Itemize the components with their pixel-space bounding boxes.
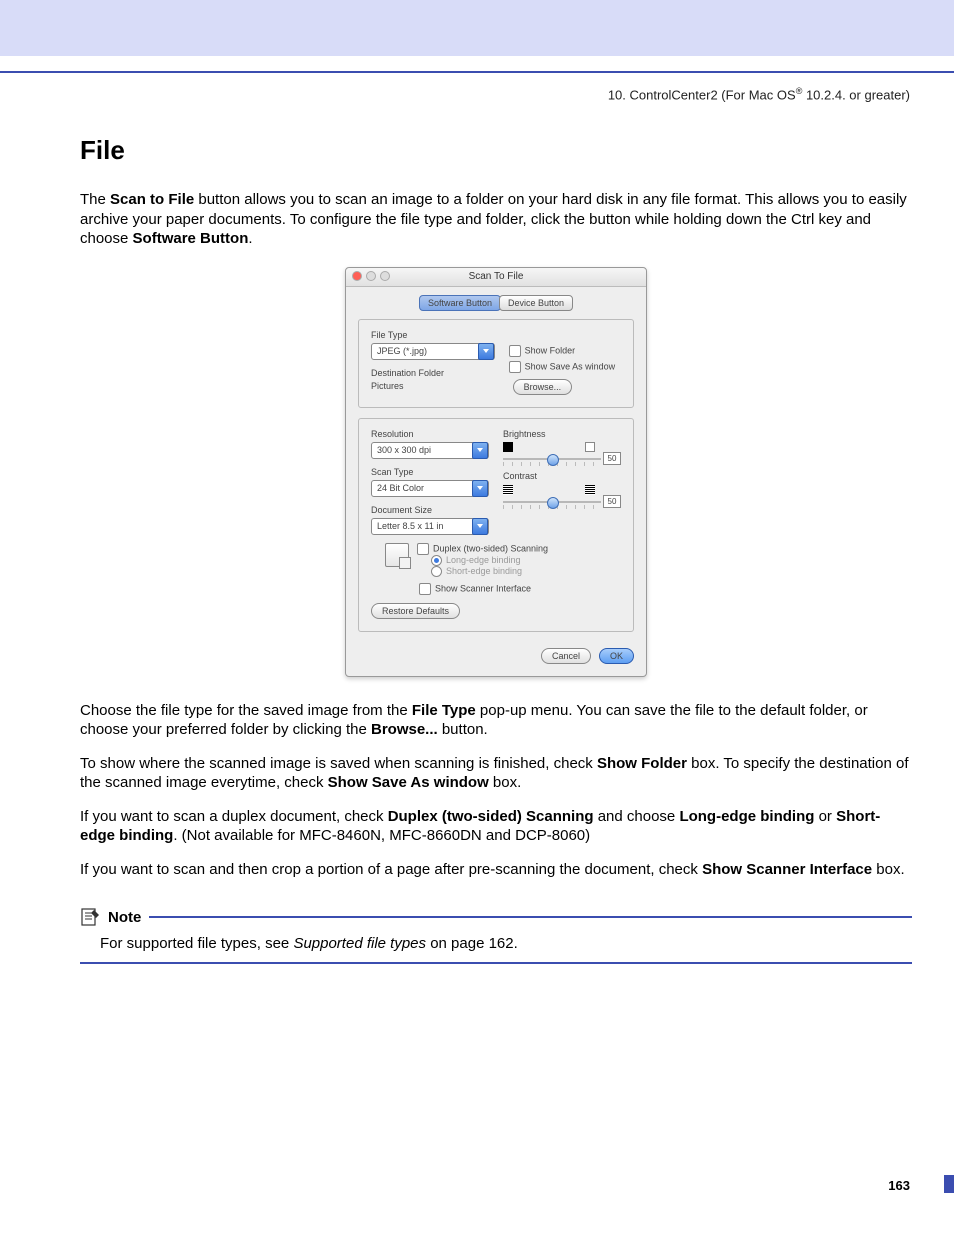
paragraph-file-type: Choose the file type for the saved image… — [80, 701, 912, 740]
ok-button[interactable]: OK — [599, 648, 634, 664]
label-scan-type: Scan Type — [371, 467, 489, 477]
destination-folder-value: Pictures — [371, 381, 495, 391]
brightness-slider[interactable]: 50 — [503, 455, 621, 463]
top-rule — [0, 71, 954, 73]
chevron-down-icon — [472, 518, 488, 535]
label-show-scanner: Show Scanner Interface — [435, 583, 531, 593]
minimize-icon[interactable] — [366, 271, 376, 281]
top-color-band — [0, 0, 954, 56]
tab-device-button[interactable]: Device Button — [499, 295, 573, 311]
browse-button[interactable]: Browse... — [513, 379, 573, 395]
brightness-value: 50 — [603, 452, 621, 465]
chevron-down-icon — [472, 442, 488, 459]
contrast-slider[interactable]: 50 — [503, 498, 621, 506]
contrast-value: 50 — [603, 495, 621, 508]
duplex-icon — [385, 543, 409, 567]
close-icon[interactable] — [352, 271, 362, 281]
intro-e: . — [248, 230, 252, 247]
chevron-down-icon — [472, 480, 488, 497]
page-number: 163 — [888, 1178, 910, 1193]
label-duplex: Duplex (two-sided) Scanning — [433, 543, 548, 553]
scan-to-file-dialog: Scan To File Software ButtonDevice Butto… — [345, 267, 647, 677]
resolution-value: 300 x 300 dpi — [377, 445, 431, 455]
document-size-value: Letter 8.5 x 11 in — [377, 521, 443, 531]
checkbox-show-folder[interactable] — [509, 345, 521, 357]
scan-type-select[interactable]: 24 Bit Color — [371, 480, 489, 497]
paragraph-duplex: If you want to scan a duplex document, c… — [80, 807, 912, 846]
header-suffix: 10.2.4. or greater) — [802, 87, 910, 102]
note-link: Supported file types — [293, 935, 426, 952]
checkbox-show-scanner[interactable] — [419, 583, 431, 595]
page-tab-marker — [944, 1175, 954, 1193]
dialog-title: Scan To File — [469, 271, 524, 282]
document-size-select[interactable]: Letter 8.5 x 11 in — [371, 518, 489, 535]
intro-a: The — [80, 191, 110, 208]
cancel-button[interactable]: Cancel — [541, 648, 591, 664]
file-type-select[interactable]: JPEG (*.jpg) — [371, 343, 495, 360]
resolution-select[interactable]: 300 x 300 dpi — [371, 442, 489, 459]
page-title: File — [80, 135, 912, 166]
intro-b: Scan to File — [110, 191, 194, 208]
contrast-high-icon — [585, 485, 595, 495]
checkbox-duplex[interactable] — [417, 543, 429, 555]
note-block: Note For supported file types, see Suppo… — [80, 907, 912, 964]
checkbox-show-save-as[interactable] — [509, 361, 521, 373]
running-header: 10. ControlCenter2 (For Mac OS® 10.2.4. … — [0, 86, 954, 102]
label-resolution: Resolution — [371, 429, 489, 439]
intro-paragraph: The Scan to File button allows you to sc… — [80, 190, 912, 249]
chevron-down-icon — [478, 343, 494, 360]
label-long-edge: Long-edge binding — [446, 555, 521, 565]
scan-type-value: 24 Bit Color — [377, 483, 424, 493]
radio-short-edge[interactable] — [431, 566, 442, 577]
group-file: File Type JPEG (*.jpg) Destination Folde… — [358, 319, 634, 408]
note-title: Note — [108, 909, 141, 926]
zoom-icon[interactable] — [380, 271, 390, 281]
label-show-save-as: Show Save As window — [525, 361, 616, 371]
paragraph-show-folder: To show where the scanned image is saved… — [80, 754, 912, 793]
label-file-type: File Type — [371, 330, 495, 340]
file-type-value: JPEG (*.jpg) — [377, 346, 427, 356]
note-icon — [80, 907, 100, 927]
label-show-folder: Show Folder — [525, 345, 576, 355]
restore-defaults-button[interactable]: Restore Defaults — [371, 603, 460, 619]
brightness-light-icon — [585, 442, 595, 452]
intro-d: Software Button — [133, 230, 249, 247]
label-short-edge: Short-edge binding — [446, 566, 522, 576]
label-document-size: Document Size — [371, 505, 489, 515]
brightness-dark-icon — [503, 442, 513, 452]
group-scan-settings: Resolution 300 x 300 dpi Scan Type 24 Bi… — [358, 418, 634, 632]
label-contrast: Contrast — [503, 471, 621, 481]
label-brightness: Brightness — [503, 429, 621, 439]
dialog-titlebar: Scan To File — [346, 268, 646, 287]
label-destination-folder: Destination Folder — [371, 368, 495, 378]
tab-software-button[interactable]: Software Button — [419, 295, 501, 311]
radio-long-edge[interactable] — [431, 555, 442, 566]
contrast-low-icon — [503, 485, 513, 495]
note-top-rule — [149, 916, 912, 918]
header-prefix: 10. ControlCenter2 (For Mac OS — [608, 87, 796, 102]
note-bottom-rule — [80, 962, 912, 964]
note-body: For supported file types, see Supported … — [80, 927, 912, 962]
paragraph-scanner-interface: If you want to scan and then crop a port… — [80, 860, 912, 880]
